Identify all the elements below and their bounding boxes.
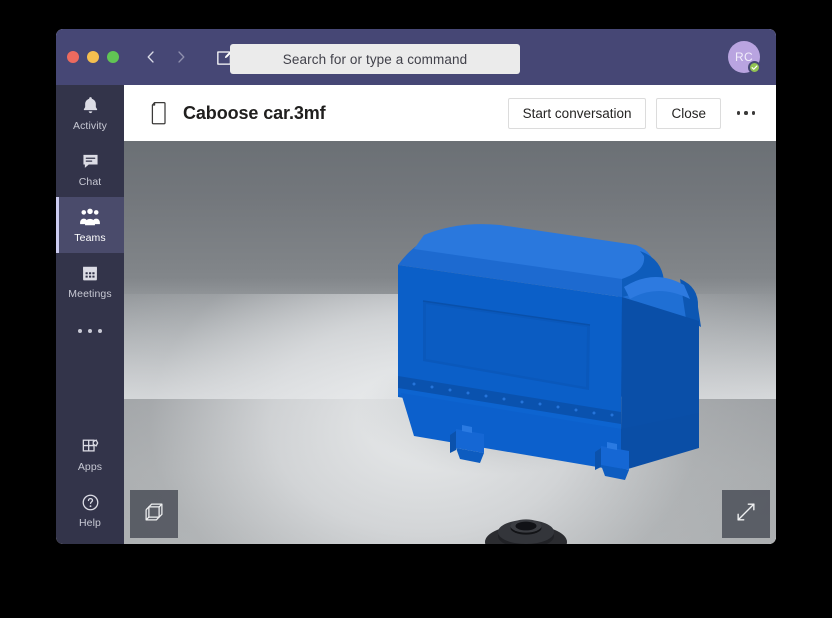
window-controls xyxy=(67,51,119,63)
navigation-controls xyxy=(137,42,239,72)
presence-available-icon xyxy=(748,61,761,74)
ellipsis-icon xyxy=(98,329,102,333)
fullscreen-button[interactable] xyxy=(722,490,770,538)
minimize-window-button[interactable] xyxy=(87,51,99,63)
help-circle-icon xyxy=(80,492,101,514)
bell-icon xyxy=(80,95,101,117)
ellipsis-icon xyxy=(751,111,756,115)
search-placeholder: Search for or type a command xyxy=(282,51,468,67)
model-viewer[interactable] xyxy=(124,141,776,544)
cube-icon xyxy=(141,499,167,530)
start-conversation-button[interactable]: Start conversation xyxy=(507,97,647,129)
sidebar-item-label: Chat xyxy=(78,175,102,188)
zoom-window-button[interactable] xyxy=(107,51,119,63)
ellipsis-icon xyxy=(78,329,82,333)
sidebar-item-meetings[interactable]: Meetings xyxy=(56,253,124,309)
sidebar-item-help[interactable]: Help xyxy=(56,482,124,538)
view-cube-button[interactable] xyxy=(130,490,178,538)
search-input[interactable]: Search for or type a command xyxy=(230,44,520,74)
sidebar-item-activity[interactable]: Activity xyxy=(56,85,124,141)
sidebar-item-label: Teams xyxy=(74,231,106,244)
sidebar-item-chat[interactable]: Chat xyxy=(56,141,124,197)
wheel xyxy=(485,519,567,544)
content-area: Caboose car.3mf Start conversation Close xyxy=(124,85,776,544)
more-options-button[interactable] xyxy=(733,100,759,126)
forward-button[interactable] xyxy=(167,43,195,71)
avatar[interactable]: RC xyxy=(728,41,761,74)
title-bar: Search for or type a command RC xyxy=(56,29,776,85)
back-button[interactable] xyxy=(137,43,165,71)
chat-bubble-icon xyxy=(80,151,101,173)
sidebar-item-teams[interactable]: Teams xyxy=(56,197,124,253)
ellipsis-icon xyxy=(744,111,748,115)
sidebar-item-label: Apps xyxy=(77,460,103,473)
caboose-car-3d-model xyxy=(356,224,701,544)
people-icon xyxy=(79,207,101,229)
file-page-icon xyxy=(149,101,169,125)
app-sidebar: Activity Chat Teams Meetings Apps Help xyxy=(56,85,124,544)
close-button[interactable]: Close xyxy=(656,97,721,129)
expand-diagonal-icon xyxy=(734,500,758,529)
page-title: Caboose car.3mf xyxy=(183,102,326,123)
apps-icon xyxy=(80,436,101,458)
ellipsis-icon xyxy=(88,329,92,333)
sidebar-item-label: Help xyxy=(79,516,101,529)
sidebar-item-apps[interactable]: Apps xyxy=(56,426,124,482)
sidebar-item-label: Meetings xyxy=(68,287,112,300)
teams-window: Search for or type a command RC Activity xyxy=(56,29,776,544)
header-actions: Start conversation Close xyxy=(507,97,759,129)
sidebar-bottom-group: Apps Help xyxy=(56,426,124,538)
document-header: Caboose car.3mf Start conversation Close xyxy=(124,85,776,141)
close-window-button[interactable] xyxy=(67,51,79,63)
ellipsis-icon xyxy=(736,111,741,115)
sidebar-item-label: Activity xyxy=(72,119,108,132)
calendar-icon xyxy=(80,263,100,285)
sidebar-more-button[interactable] xyxy=(56,309,124,353)
